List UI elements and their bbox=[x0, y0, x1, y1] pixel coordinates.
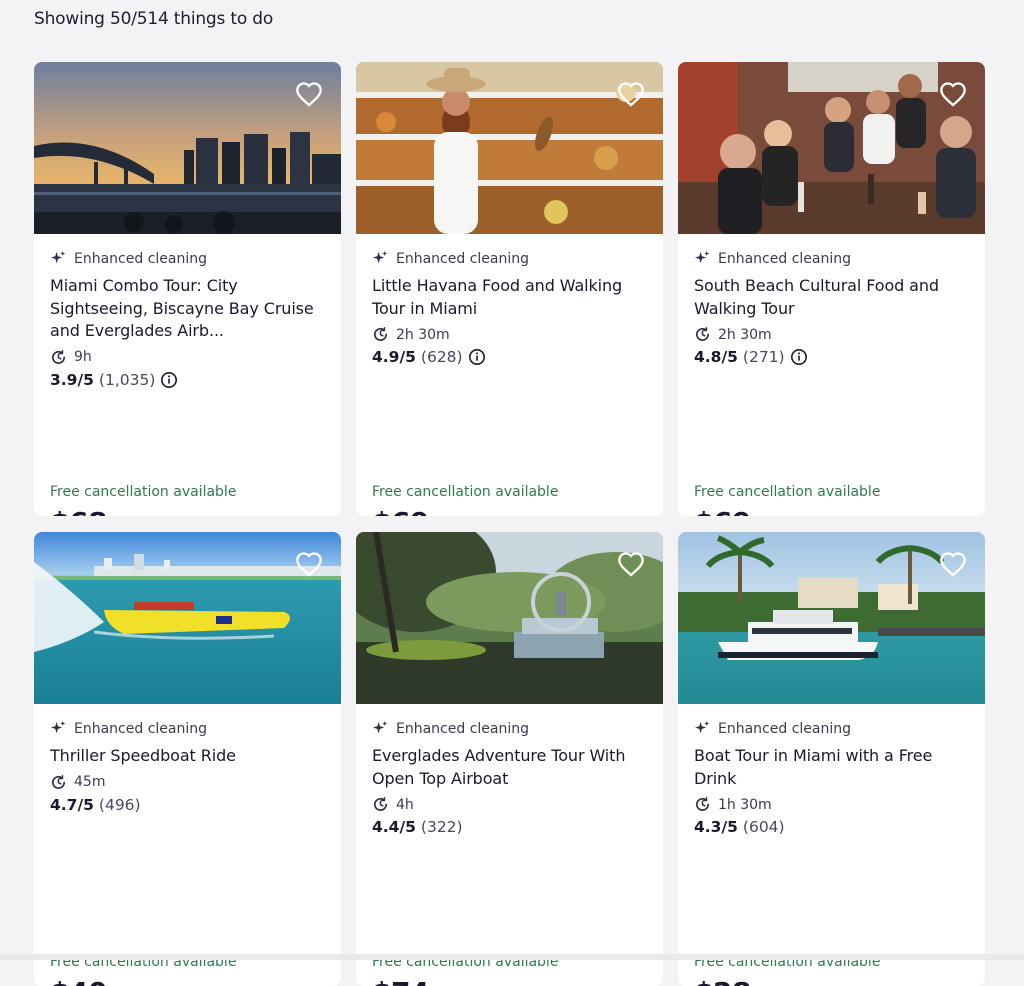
activity-photo[interactable] bbox=[678, 532, 985, 704]
rating-score: 4.8/5 bbox=[694, 348, 738, 366]
clock-icon bbox=[694, 796, 711, 813]
badge-label: Enhanced cleaning bbox=[718, 720, 851, 737]
clock-icon bbox=[50, 349, 67, 366]
review-count: (628) bbox=[420, 348, 463, 366]
card-body: Enhanced cleaning Thriller Speedboat Rid… bbox=[50, 704, 329, 986]
results-count: Showing 50/514 things to do bbox=[34, 9, 274, 29]
review-count: (271) bbox=[742, 348, 785, 366]
free-cancellation-text: Free cancellation available bbox=[372, 484, 559, 500]
duration: 4h bbox=[372, 796, 414, 813]
card-body: Enhanced cleaning Miami Combo Tour: City… bbox=[50, 234, 329, 517]
clock-icon bbox=[372, 326, 389, 343]
price: $74 bbox=[372, 976, 429, 986]
duration-label: 9h bbox=[74, 349, 92, 365]
activity-photo[interactable] bbox=[34, 62, 341, 234]
free-cancellation-text: Free cancellation available bbox=[50, 484, 237, 500]
enhanced-cleaning-badge: Enhanced cleaning bbox=[50, 250, 207, 267]
activity-photo[interactable] bbox=[356, 62, 663, 234]
duration: 45m bbox=[50, 774, 105, 791]
rating-score: 4.4/5 bbox=[372, 818, 416, 836]
clock-icon bbox=[50, 774, 67, 791]
badge-label: Enhanced cleaning bbox=[74, 720, 207, 737]
sparkle-icon bbox=[694, 720, 711, 737]
rating-score: 3.9/5 bbox=[50, 370, 94, 389]
activity-card[interactable]: Enhanced cleaning Miami Combo Tour: City… bbox=[34, 62, 341, 516]
activity-title[interactable]: Little Havana Food and Walking Tour in M… bbox=[372, 275, 651, 320]
rating-score: 4.3/5 bbox=[694, 818, 738, 836]
activity-card[interactable]: Enhanced cleaning Everglades Adventure T… bbox=[356, 532, 663, 986]
clock-icon bbox=[694, 326, 711, 343]
enhanced-cleaning-badge: Enhanced cleaning bbox=[372, 720, 529, 737]
heart-icon[interactable] bbox=[617, 551, 645, 577]
duration-label: 4h bbox=[396, 796, 414, 813]
info-circle-icon[interactable] bbox=[160, 371, 178, 389]
rating-score: 4.7/5 bbox=[50, 795, 94, 814]
activity-title[interactable]: Thriller Speedboat Ride bbox=[50, 745, 329, 768]
rating: 4.8/5 (271) bbox=[694, 348, 808, 366]
card-body: Enhanced cleaning South Beach Cultural F… bbox=[694, 234, 973, 517]
rating-score: 4.9/5 bbox=[372, 348, 416, 366]
card-body: Enhanced cleaning Everglades Adventure T… bbox=[372, 704, 651, 986]
duration-label: 45m bbox=[74, 774, 106, 790]
price: $28 bbox=[694, 976, 751, 986]
info-circle-icon[interactable] bbox=[468, 348, 486, 366]
activity-grid: Enhanced cleaning Miami Combo Tour: City… bbox=[34, 62, 985, 986]
sparkle-icon bbox=[50, 720, 67, 737]
sparkle-icon bbox=[372, 720, 389, 737]
duration-label: 2h 30m bbox=[396, 326, 450, 343]
duration-label: 1h 30m bbox=[718, 796, 772, 813]
activity-title[interactable]: Everglades Adventure Tour With Open Top … bbox=[372, 745, 651, 790]
card-body: Enhanced cleaning Little Havana Food and… bbox=[372, 234, 651, 517]
badge-label: Enhanced cleaning bbox=[396, 250, 529, 267]
enhanced-cleaning-badge: Enhanced cleaning bbox=[694, 720, 851, 737]
duration: 2h 30m bbox=[694, 326, 772, 343]
heart-icon[interactable] bbox=[939, 551, 967, 577]
duration: 9h bbox=[50, 349, 92, 366]
sparkle-icon bbox=[694, 250, 711, 267]
activity-card[interactable]: Enhanced cleaning Boat Tour in Miami wit… bbox=[678, 532, 985, 986]
price: $68 bbox=[50, 506, 107, 516]
review-count: (604) bbox=[742, 818, 785, 836]
heart-icon[interactable] bbox=[617, 81, 645, 107]
activity-photo[interactable] bbox=[34, 532, 341, 704]
rating: 3.9/5 (1,035) bbox=[50, 371, 178, 389]
rating: 4.7/5 (496) bbox=[50, 796, 141, 814]
rating: 4.9/5 (628) bbox=[372, 348, 486, 366]
heart-icon[interactable] bbox=[939, 81, 967, 107]
price: $69 bbox=[372, 506, 429, 516]
duration-label: 2h 30m bbox=[718, 326, 772, 343]
clock-icon bbox=[372, 796, 389, 813]
review-count: (496) bbox=[98, 795, 141, 814]
heart-icon[interactable] bbox=[295, 81, 323, 107]
badge-label: Enhanced cleaning bbox=[718, 250, 851, 267]
activity-card[interactable]: Enhanced cleaning Little Havana Food and… bbox=[356, 62, 663, 516]
activity-title[interactable]: Boat Tour in Miami with a Free Drink bbox=[694, 745, 973, 790]
free-cancellation-text: Free cancellation available bbox=[694, 484, 881, 500]
review-count: (322) bbox=[420, 818, 463, 836]
price: $40 bbox=[50, 976, 107, 986]
page-bottom-edge bbox=[0, 954, 1024, 960]
activity-photo[interactable] bbox=[356, 532, 663, 704]
info-circle-icon[interactable] bbox=[790, 348, 808, 366]
duration: 2h 30m bbox=[372, 326, 450, 343]
activity-title[interactable]: Miami Combo Tour: City Sightseeing, Bisc… bbox=[50, 275, 329, 343]
rating: 4.4/5 (322) bbox=[372, 818, 463, 836]
activity-card[interactable]: Enhanced cleaning South Beach Cultural F… bbox=[678, 62, 985, 516]
activity-title[interactable]: South Beach Cultural Food and Walking To… bbox=[694, 275, 973, 320]
price: $69 bbox=[694, 506, 751, 516]
review-count: (1,035) bbox=[98, 370, 156, 389]
enhanced-cleaning-badge: Enhanced cleaning bbox=[372, 250, 529, 267]
activity-card[interactable]: Enhanced cleaning Thriller Speedboat Rid… bbox=[34, 532, 341, 986]
enhanced-cleaning-badge: Enhanced cleaning bbox=[50, 720, 207, 737]
heart-icon[interactable] bbox=[295, 551, 323, 577]
enhanced-cleaning-badge: Enhanced cleaning bbox=[694, 250, 851, 267]
rating: 4.3/5 (604) bbox=[694, 818, 785, 836]
badge-label: Enhanced cleaning bbox=[74, 250, 207, 267]
duration: 1h 30m bbox=[694, 796, 772, 813]
activity-photo[interactable] bbox=[678, 62, 985, 234]
sparkle-icon bbox=[372, 250, 389, 267]
sparkle-icon bbox=[50, 250, 67, 267]
badge-label: Enhanced cleaning bbox=[396, 720, 529, 737]
card-body: Enhanced cleaning Boat Tour in Miami wit… bbox=[694, 704, 973, 986]
